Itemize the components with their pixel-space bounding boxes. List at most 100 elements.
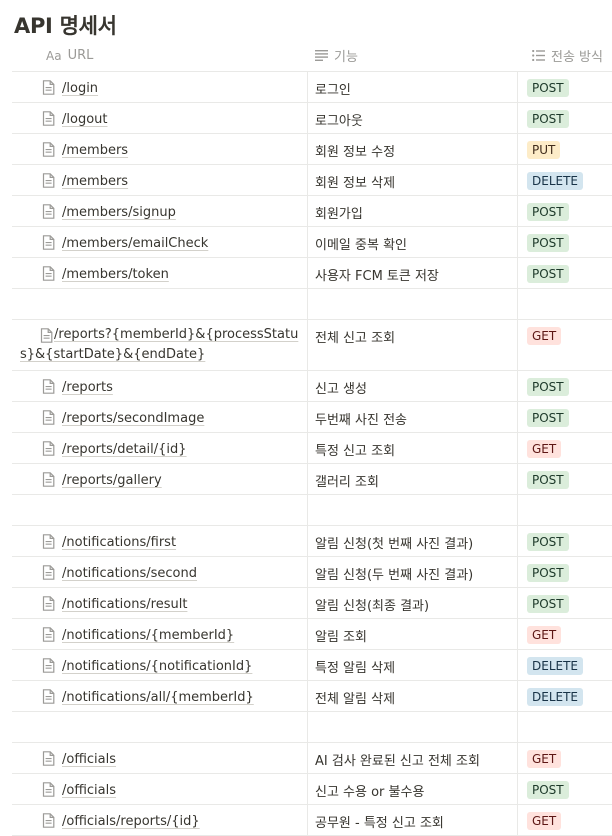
method-cell[interactable]: PUT <box>518 134 612 164</box>
method-cell[interactable]: GET <box>518 805 612 835</box>
url-cell[interactable] <box>12 495 308 525</box>
method-cell[interactable]: POST <box>518 557 612 587</box>
method-cell[interactable]: GET <box>518 320 612 370</box>
url-cell[interactable]: /reports/detail/{id} <box>12 433 308 463</box>
feature-cell[interactable]: 회원가입 <box>308 196 518 226</box>
table-row[interactable]: /reports?{memberId}&{processStatus}&{sta… <box>12 320 612 371</box>
url-link[interactable]: /officials/reports/{id} <box>62 812 200 832</box>
url-link[interactable]: /notifications/result <box>62 595 187 615</box>
url-link[interactable]: /members <box>62 141 128 161</box>
url-link[interactable]: /officials <box>62 781 116 801</box>
feature-cell[interactable]: 갤러리 조회 <box>308 464 518 494</box>
url-link[interactable]: /reports?{memberId}&{processStatus}&{sta… <box>20 327 298 362</box>
feature-cell[interactable]: 특정 신고 조회 <box>308 433 518 463</box>
feature-cell[interactable]: 로그아웃 <box>308 103 518 133</box>
url-cell[interactable]: /notifications/all/{memberId} <box>12 681 308 711</box>
url-link[interactable]: /notifications/all/{memberId} <box>62 688 254 708</box>
table-row[interactable]: /members/emailCheck 이메일 중복 확인 POST <box>12 227 612 258</box>
url-cell[interactable] <box>12 712 308 742</box>
url-cell[interactable]: /notifications/second <box>12 557 308 587</box>
url-link[interactable]: /notifications/{memberId} <box>62 626 234 646</box>
url-link[interactable]: /logout <box>62 110 108 130</box>
url-cell[interactable]: /notifications/{notificationId} <box>12 650 308 680</box>
url-link[interactable]: /login <box>62 79 98 99</box>
method-cell[interactable]: POST <box>518 526 612 556</box>
url-cell[interactable]: /officials <box>12 743 308 773</box>
url-link[interactable]: /reports <box>62 378 113 398</box>
table-row[interactable]: /officials 신고 수용 or 불수용 POST <box>12 774 612 805</box>
table-row[interactable]: /login 로그인 POST <box>12 72 612 103</box>
method-cell[interactable]: POST <box>518 227 612 257</box>
table-row[interactable]: /members 회원 정보 삭제 DELETE <box>12 165 612 196</box>
table-row[interactable]: /notifications/second 알림 신청(두 번째 사진 결과) PO… <box>12 557 612 588</box>
url-cell[interactable]: /members/signup <box>12 196 308 226</box>
method-cell[interactable]: POST <box>518 103 612 133</box>
method-cell[interactable]: DELETE <box>518 165 612 195</box>
feature-cell[interactable]: 알림 조회 <box>308 619 518 649</box>
table-row[interactable]: /members/token 사용자 FCM 토큰 저장 POST <box>12 258 612 289</box>
url-link[interactable]: /notifications/second <box>62 564 197 584</box>
url-cell[interactable]: /members/emailCheck <box>12 227 308 257</box>
url-link[interactable]: /members/signup <box>62 203 176 223</box>
table-row[interactable]: /notifications/result 알림 신청(최종 결과) POST <box>12 588 612 619</box>
url-cell[interactable]: /notifications/first <box>12 526 308 556</box>
method-cell[interactable]: POST <box>518 464 612 494</box>
url-cell[interactable]: /reports/gallery <box>12 464 308 494</box>
column-header-feature[interactable]: 기능 <box>308 46 518 65</box>
feature-cell[interactable]: 로그인 <box>308 72 518 102</box>
column-header-url[interactable]: Aa URL <box>12 48 308 63</box>
feature-cell[interactable]: 두번째 사진 전송 <box>308 402 518 432</box>
table-row[interactable]: /notifications/{memberId} 알림 조회 GET <box>12 619 612 650</box>
method-cell[interactable]: POST <box>518 588 612 618</box>
url-cell[interactable]: /reports/secondImage <box>12 402 308 432</box>
method-cell[interactable]: GET <box>518 743 612 773</box>
feature-cell[interactable]: 사용자 FCM 토큰 저장 <box>308 258 518 288</box>
feature-cell[interactable]: 회원 정보 수정 <box>308 134 518 164</box>
url-cell[interactable]: /login <box>12 72 308 102</box>
url-cell[interactable]: /reports?{memberId}&{processStatus}&{sta… <box>12 320 308 370</box>
url-link[interactable]: /notifications/first <box>62 533 176 553</box>
feature-cell[interactable] <box>308 712 518 742</box>
table-row[interactable]: /notifications/{notificationId} 특정 알림 삭제 D… <box>12 650 612 681</box>
feature-cell[interactable]: 공무원 - 특정 신고 조회 <box>308 805 518 835</box>
url-cell[interactable]: /reports <box>12 371 308 401</box>
table-row[interactable]: /reports 신고 생성 POST <box>12 371 612 402</box>
feature-cell[interactable]: 알림 신청(최종 결과) <box>308 588 518 618</box>
feature-cell[interactable]: AI 검사 완료된 신고 전체 조회 <box>308 743 518 773</box>
table-row[interactable]: /logout 로그아웃 POST <box>12 103 612 134</box>
url-cell[interactable]: /members <box>12 134 308 164</box>
feature-cell[interactable] <box>308 495 518 525</box>
method-cell[interactable]: DELETE <box>518 650 612 680</box>
table-row[interactable]: /members 회원 정보 수정 PUT <box>12 134 612 165</box>
method-cell[interactable]: POST <box>518 258 612 288</box>
url-link[interactable]: /members <box>62 172 128 192</box>
url-cell[interactable] <box>12 289 308 319</box>
method-cell[interactable]: POST <box>518 402 612 432</box>
method-cell[interactable]: POST <box>518 72 612 102</box>
table-row[interactable]: /notifications/first 알림 신청(첫 번째 사진 결과) POS… <box>12 526 612 557</box>
method-cell[interactable]: POST <box>518 774 612 804</box>
feature-cell[interactable]: 전체 신고 조회 <box>308 320 518 370</box>
method-cell[interactable]: POST <box>518 371 612 401</box>
url-link[interactable]: /reports/detail/{id} <box>62 440 187 460</box>
feature-cell[interactable]: 신고 생성 <box>308 371 518 401</box>
url-cell[interactable]: /notifications/result <box>12 588 308 618</box>
table-row[interactable]: /reports/secondImage 두번째 사진 전송 POST <box>12 402 612 433</box>
url-cell[interactable]: /members <box>12 165 308 195</box>
table-row[interactable]: /reports/gallery 갤러리 조회 POST <box>12 464 612 495</box>
method-cell[interactable] <box>518 712 612 742</box>
feature-cell[interactable]: 특정 알림 삭제 <box>308 650 518 680</box>
empty-table-row[interactable] <box>12 289 612 320</box>
url-link[interactable]: /reports/secondImage <box>62 409 204 429</box>
url-link[interactable]: /members/emailCheck <box>62 234 208 254</box>
url-link[interactable]: /reports/gallery <box>62 471 162 491</box>
table-row[interactable]: /reports/detail/{id} 특정 신고 조회 GET <box>12 433 612 464</box>
empty-table-row[interactable] <box>12 495 612 526</box>
table-row[interactable]: /members/signup 회원가입 POST <box>12 196 612 227</box>
method-cell[interactable]: POST <box>518 196 612 226</box>
empty-table-row[interactable] <box>12 712 612 743</box>
feature-cell[interactable]: 회원 정보 삭제 <box>308 165 518 195</box>
url-cell[interactable]: /logout <box>12 103 308 133</box>
table-row[interactable]: /officials/reports/{id} 공무원 - 특정 신고 조회 GET <box>12 805 612 836</box>
url-link[interactable]: /members/token <box>62 265 169 285</box>
